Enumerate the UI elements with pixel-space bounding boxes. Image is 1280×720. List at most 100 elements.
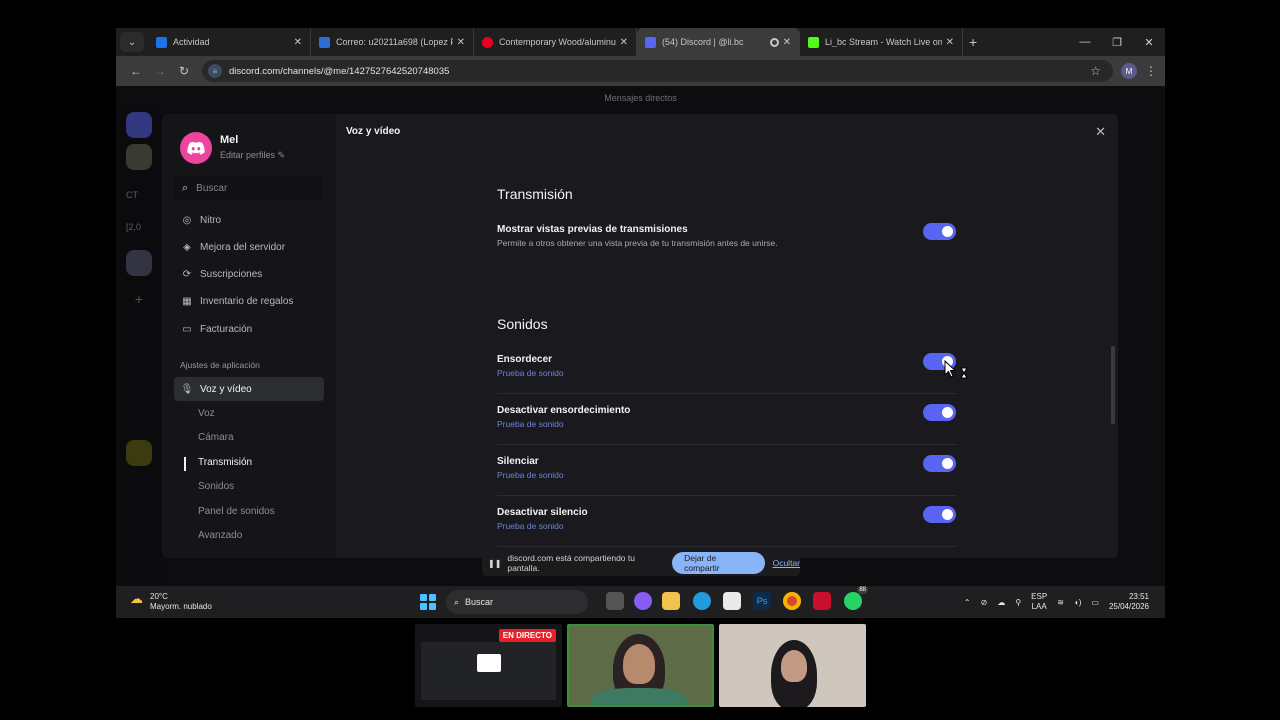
subnav-camera[interactable]: Cámara bbox=[198, 432, 234, 443]
close-tab-icon[interactable]: ✕ bbox=[620, 37, 628, 48]
clock[interactable]: 23:51 25/04/2026 bbox=[1109, 592, 1149, 612]
chrome-icon[interactable] bbox=[783, 592, 801, 610]
sound-test-link[interactable]: Prueba de sonido bbox=[497, 368, 957, 378]
subnav-transmission[interactable]: Transmisión bbox=[198, 457, 252, 468]
toggle-undeafen[interactable] bbox=[923, 404, 956, 421]
setting-row: Desactivar ensordecimiento Prueba de son… bbox=[497, 405, 957, 429]
nav-gift-inventory[interactable]: ▦ Inventario de regalos bbox=[174, 289, 324, 313]
setting-description: Permite a otros obtener una vista previa… bbox=[497, 238, 778, 248]
hide-link[interactable]: Ocultar bbox=[773, 558, 800, 568]
screen-share-bar: ❚❚ discord.com está compartiendo tu pant… bbox=[482, 550, 800, 576]
search-icon: ⌕ bbox=[182, 181, 189, 194]
webcam-thumbnail[interactable] bbox=[719, 624, 866, 707]
tab-search-button[interactable]: ⌄ bbox=[120, 32, 144, 52]
new-tab-icon[interactable]: + bbox=[969, 34, 977, 50]
discord-home-icon[interactable] bbox=[126, 112, 152, 138]
edit-profiles-link[interactable]: Editar perfiles ✎ bbox=[220, 150, 285, 161]
browser-tab[interactable]: Actividad ✕ bbox=[148, 28, 311, 56]
back-icon[interactable]: ← bbox=[124, 64, 148, 78]
close-tab-icon[interactable]: ✕ bbox=[946, 37, 954, 48]
toggle-stream-previews[interactable] bbox=[923, 223, 956, 240]
microphone-icon[interactable]: ⚲ bbox=[1015, 598, 1021, 607]
server-label: CT bbox=[126, 190, 138, 200]
site-info-icon[interactable]: ≡ bbox=[208, 64, 222, 78]
sound-test-link[interactable]: Prueba de sonido bbox=[497, 521, 957, 531]
sound-test-link[interactable]: Prueba de sonido bbox=[497, 419, 957, 429]
weather-widget[interactable]: ☁ 20°C Mayorm. nublado bbox=[130, 592, 212, 612]
subscriptions-icon: ⟳ bbox=[182, 268, 192, 280]
whatsapp-icon[interactable]: 88 bbox=[844, 586, 868, 610]
forward-icon[interactable]: → bbox=[148, 64, 172, 78]
setting-label: Desactivar silencio bbox=[497, 507, 588, 518]
browser-tab[interactable]: Li_bc Stream - Watch Live on K ✕ bbox=[800, 28, 963, 56]
browser-tab[interactable]: Contemporary Wood/aluminu ✕ bbox=[474, 28, 637, 56]
stop-sharing-button[interactable]: Dejar de compartir bbox=[672, 552, 765, 574]
sound-test-link[interactable]: Prueba de sonido bbox=[497, 470, 957, 480]
server-icon[interactable] bbox=[126, 440, 152, 466]
toggle-unmute[interactable] bbox=[923, 506, 956, 523]
store-icon[interactable] bbox=[723, 592, 741, 610]
scrollbar[interactable] bbox=[1111, 346, 1115, 424]
user-avatar[interactable] bbox=[180, 132, 212, 164]
copilot-icon[interactable] bbox=[634, 592, 652, 610]
task-view-icon[interactable] bbox=[606, 592, 624, 610]
volume-icon[interactable]: ◖) bbox=[1074, 598, 1082, 607]
subnav-soundboard[interactable]: Panel de sonidos bbox=[198, 506, 275, 517]
nav-server-boost[interactable]: ◈ Mejora del servidor bbox=[174, 235, 324, 259]
onedrive-icon[interactable]: ☁ bbox=[997, 598, 1005, 607]
network-icon[interactable]: ⊘ bbox=[981, 598, 988, 607]
weather-icon: ☁ bbox=[130, 591, 143, 606]
close-tab-icon[interactable]: ✕ bbox=[457, 37, 465, 48]
close-window-icon[interactable]: ✕ bbox=[1133, 36, 1165, 49]
photoshop-icon[interactable]: Ps bbox=[753, 592, 771, 610]
start-button[interactable] bbox=[420, 594, 436, 610]
screen: ⌄ Actividad ✕ Correo: u20211a698 (Lopez P… bbox=[116, 28, 1165, 618]
bookmark-star-icon[interactable]: ☆ bbox=[1090, 64, 1101, 78]
server-icon[interactable] bbox=[126, 144, 152, 170]
setting-row: Silenciar Prueba de sonido bbox=[497, 456, 957, 480]
nav-nitro[interactable]: ◎ Nitro bbox=[174, 208, 324, 232]
reload-icon[interactable]: ↻ bbox=[172, 64, 196, 78]
battery-icon[interactable]: ▭ bbox=[1091, 598, 1099, 607]
inbox-label: Mensajes directos bbox=[604, 93, 677, 103]
nav-voice-video[interactable]: 🎙 Voz y vídeo bbox=[174, 377, 324, 401]
close-tab-icon[interactable]: ✕ bbox=[294, 37, 302, 48]
edge-icon[interactable] bbox=[693, 592, 711, 610]
username: Mel bbox=[220, 134, 239, 146]
close-icon[interactable]: ✕ bbox=[1095, 124, 1106, 140]
setting-label: Desactivar ensordecimiento bbox=[497, 405, 631, 416]
url-field[interactable]: ≡ discord.com/channels/@me/1427527642520… bbox=[202, 60, 1113, 82]
subnav-advanced[interactable]: Avanzado bbox=[198, 530, 242, 541]
settings-sidebar: Mel Editar perfiles ✎ ⌕ Buscar ◎ Nitro ◈ Me… bbox=[162, 114, 336, 558]
add-server-icon[interactable]: + bbox=[126, 286, 152, 312]
person-face bbox=[623, 644, 655, 684]
toggle-mute[interactable] bbox=[923, 455, 956, 472]
subnav-voice[interactable]: Voz bbox=[198, 408, 215, 419]
webcam-thumbnail[interactable] bbox=[567, 624, 714, 707]
chevron-up-icon[interactable]: ⌃ bbox=[964, 598, 971, 607]
close-tab-icon[interactable]: ✕ bbox=[783, 37, 791, 48]
sounds-heading: Sonidos bbox=[497, 316, 548, 332]
menu-kebab-icon[interactable]: ⋮ bbox=[1145, 64, 1157, 78]
tab-favicon-icon bbox=[645, 36, 656, 48]
divider bbox=[497, 393, 957, 394]
browser-tab-active[interactable]: (54) Discord | @li.bc ✕ bbox=[637, 28, 800, 56]
file-explorer-icon[interactable] bbox=[662, 592, 680, 610]
wifi-icon[interactable]: ≋ bbox=[1057, 598, 1064, 607]
maximize-icon[interactable]: ❐ bbox=[1101, 36, 1133, 49]
nav-subscriptions[interactable]: ⟳ Suscripciones bbox=[174, 262, 324, 286]
acrobat-icon[interactable] bbox=[813, 592, 831, 610]
browser-tab[interactable]: Correo: u20211a698 (Lopez Pu ✕ bbox=[311, 28, 474, 56]
server-icon[interactable] bbox=[126, 250, 152, 276]
shirt bbox=[591, 688, 687, 705]
nav-billing[interactable]: ▭ Facturación bbox=[174, 317, 324, 341]
profile-avatar[interactable]: M bbox=[1121, 63, 1137, 79]
stream-preview-thumbnail[interactable]: EN DIRECTO bbox=[415, 624, 562, 707]
subnav-sounds[interactable]: Sonidos bbox=[198, 481, 234, 492]
minimize-icon[interactable]: — bbox=[1069, 36, 1101, 49]
language-indicator[interactable]: ESP LAA bbox=[1031, 592, 1047, 612]
taskbar-search[interactable]: ⌕ Buscar bbox=[446, 590, 588, 614]
tab-favicon-icon bbox=[808, 36, 819, 48]
browser-tab-bar: ⌄ Actividad ✕ Correo: u20211a698 (Lopez P… bbox=[116, 28, 1165, 56]
settings-search[interactable]: ⌕ Buscar bbox=[174, 176, 322, 200]
